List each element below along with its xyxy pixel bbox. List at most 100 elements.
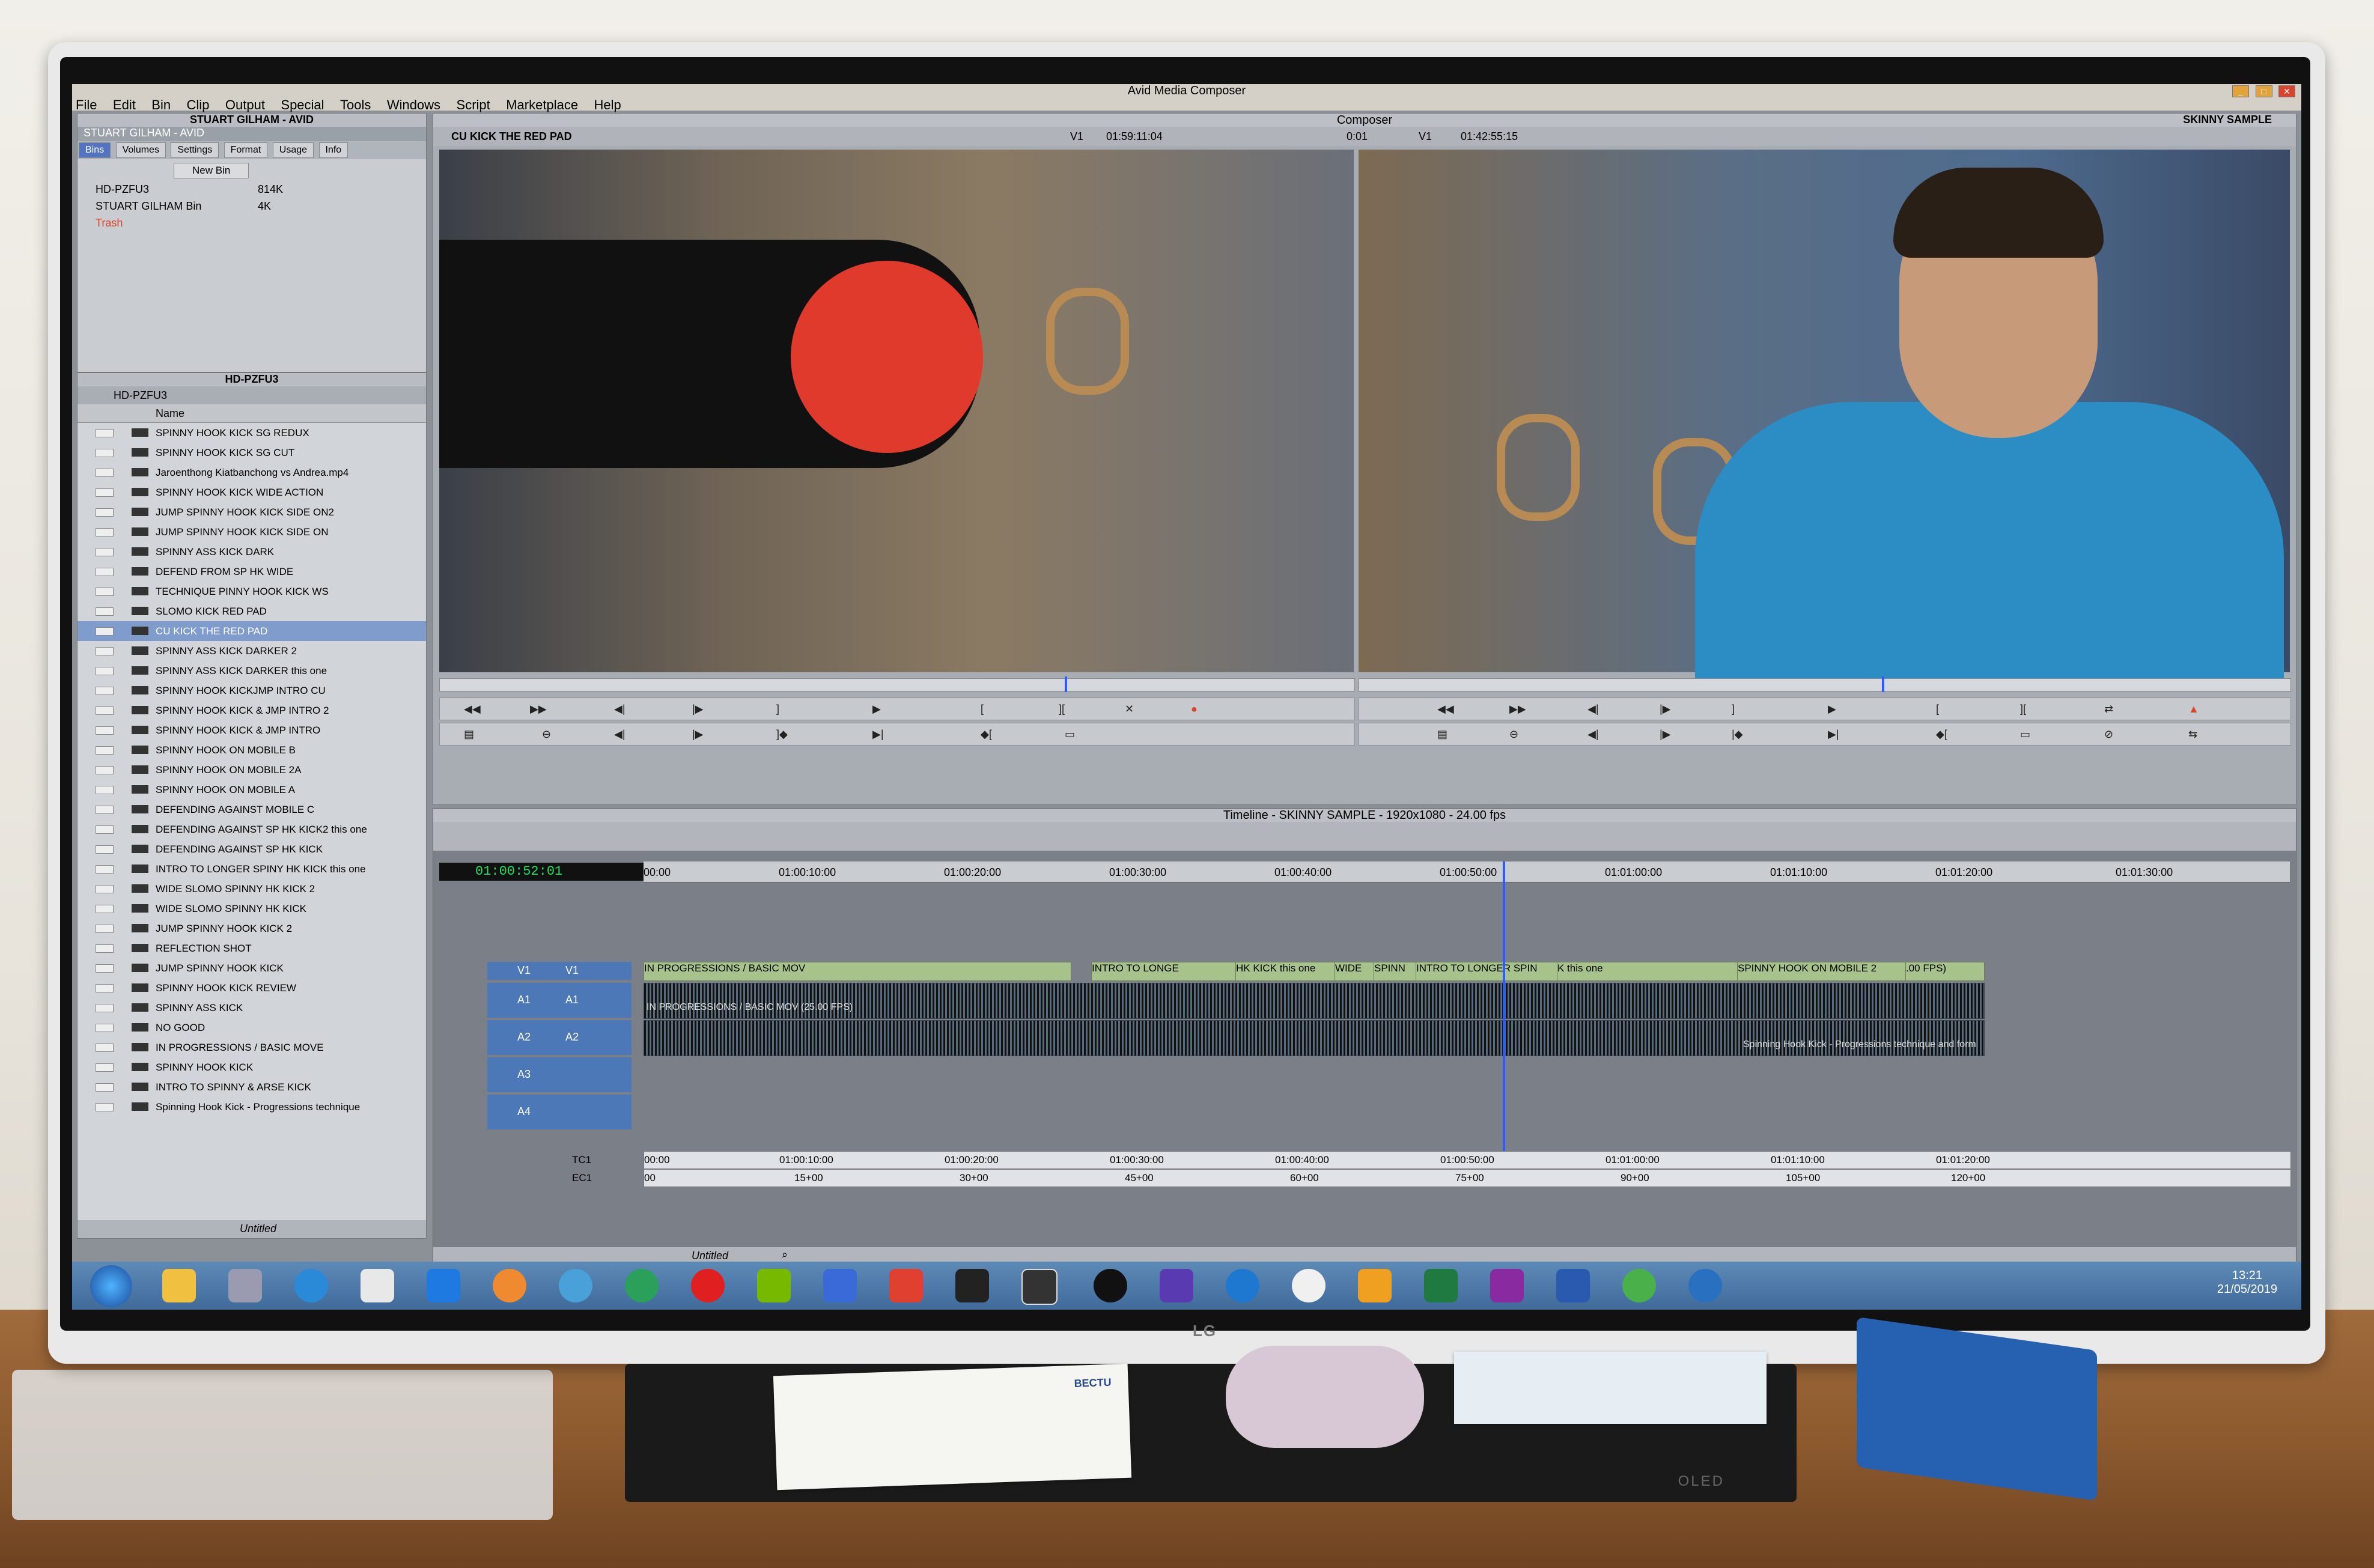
clip-row[interactable]: JUMP SPINNY HOOK KICK	[78, 958, 426, 978]
record-monitor[interactable]	[1359, 150, 2290, 684]
clip-row[interactable]: SPINNY ASS KICK DARKER this one	[78, 661, 426, 681]
clip-checkbox[interactable]	[96, 647, 114, 655]
menu-windows[interactable]: Windows	[387, 97, 440, 112]
video-segment[interactable]: K this one	[1557, 962, 1738, 981]
clip-checkbox[interactable]	[96, 825, 114, 834]
video-segment[interactable]: HK KICK this one	[1235, 962, 1336, 981]
video-segment[interactable]: SPINN	[1374, 962, 1417, 981]
rewind-icon[interactable]: ◀◀	[464, 703, 481, 716]
app-icon[interactable]	[1160, 1269, 1193, 1302]
splice-icon[interactable]: ▤	[1437, 728, 1447, 741]
clip-row[interactable]: SPINNY HOOK ON MOBILE 2A	[78, 760, 426, 780]
clip-checkbox[interactable]	[96, 1004, 114, 1012]
start-button-icon[interactable]	[90, 1265, 132, 1307]
link-icon[interactable]: ⊖	[1509, 728, 1518, 741]
clip-row[interactable]: JUMP SPINNY HOOK KICK 2	[78, 919, 426, 938]
track-header-v1[interactable]: V1 V1	[487, 962, 632, 980]
clip-checkbox[interactable]	[96, 667, 114, 675]
app-icon[interactable]	[955, 1269, 989, 1302]
video-segment[interactable]: SPINNY HOOK ON MOBILE 2	[1737, 962, 1907, 981]
step-back-icon[interactable]: ◀|	[1587, 703, 1599, 716]
go-to-out-icon[interactable]: |▶	[1660, 728, 1671, 741]
splice-icon[interactable]: ▤	[464, 728, 474, 741]
overwrite-icon[interactable]: ◆[	[981, 728, 992, 741]
clip-row[interactable]: JUMP SPINNY HOOK KICK SIDE ON2	[78, 502, 426, 522]
clip-row[interactable]: DEFENDING AGAINST MOBILE C	[78, 800, 426, 819]
clip-checkbox[interactable]	[96, 449, 114, 457]
project-tab[interactable]: STUART GILHAM - AVID	[78, 127, 426, 141]
clip-row[interactable]: INTRO TO SPINNY & ARSE KICK	[78, 1077, 426, 1097]
audio-segment-a2[interactable]	[644, 1020, 1985, 1056]
maximize-button[interactable]: □	[2255, 85, 2272, 97]
step-forward-icon[interactable]: |▶	[1660, 703, 1671, 716]
mark-out-icon[interactable]: ]	[776, 703, 779, 716]
lift-icon[interactable]: ▲	[2188, 703, 2199, 716]
bin-item[interactable]: STUART GILHAM Bin 4K	[78, 198, 426, 214]
clip-checkbox[interactable]	[96, 488, 114, 497]
timeline-timecode[interactable]: 01:00:52:01	[439, 863, 668, 881]
clip-row[interactable]: SPINNY HOOK KICK WIDE ACTION	[78, 482, 426, 502]
menu-marketplace[interactable]: Marketplace	[506, 97, 578, 112]
track-header-a3[interactable]: A3	[487, 1057, 632, 1092]
clip-row[interactable]: JUMP SPINNY HOOK KICK SIDE ON	[78, 522, 426, 542]
clip-checkbox[interactable]	[96, 964, 114, 973]
video-segment[interactable]: INTRO TO LONGER SPIN	[1416, 962, 1558, 981]
onenote-icon[interactable]	[1490, 1269, 1524, 1302]
video-segment[interactable]: INTRO TO LONGE	[1091, 962, 1237, 981]
clip-row[interactable]: TECHNIQUE PINNY HOOK KICK WS	[78, 582, 426, 601]
source-position-bar[interactable]	[439, 676, 1355, 692]
clip-row[interactable]: SPINNY ASS KICK	[78, 998, 426, 1018]
settings-icon[interactable]	[559, 1269, 592, 1302]
clip-row[interactable]: IN PROGRESSIONS / BASIC MOVE	[78, 1038, 426, 1057]
track-header-a2[interactable]: A2 A2	[487, 1020, 632, 1055]
clip-row[interactable]: DEFEND FROM SP HK WIDE	[78, 562, 426, 582]
trash-item[interactable]: Trash	[78, 214, 426, 231]
source-position-marker[interactable]	[1065, 676, 1067, 692]
clip-checkbox[interactable]	[96, 905, 114, 913]
video-segment[interactable]: WIDE	[1335, 962, 1375, 981]
clip-checkbox[interactable]	[96, 806, 114, 814]
close-button[interactable]: ✕	[2278, 85, 2295, 97]
track-header-a1[interactable]: A1 A1	[487, 983, 632, 1018]
media-player-icon[interactable]	[493, 1269, 526, 1302]
tab-usage[interactable]: Usage	[272, 142, 314, 158]
clip-checkbox[interactable]	[96, 786, 114, 794]
minimize-button[interactable]: _	[2232, 85, 2250, 97]
step-forward-icon[interactable]: |▶	[692, 703, 704, 716]
swap-icon[interactable]: ⇆	[2188, 728, 2197, 741]
go-to-in-icon[interactable]: ◀|	[1587, 728, 1599, 741]
clip-row[interactable]: SPINNY ASS KICK DARKER 2	[78, 641, 426, 661]
clip-row[interactable]: REFLECTION SHOT	[78, 938, 426, 958]
menu-tools[interactable]: Tools	[340, 97, 371, 112]
fast-forward-icon[interactable]: ▶▶	[1509, 703, 1526, 716]
source-timecode[interactable]: 01:59:11:04	[1106, 130, 1163, 143]
taskbar-clock[interactable]: 13:21 21/05/2019	[2217, 1269, 2277, 1296]
clip-row[interactable]: SPINNY HOOK KICK & JMP INTRO	[78, 720, 426, 740]
clip-row[interactable]: SLOMO KICK RED PAD	[78, 601, 426, 621]
play-icon[interactable]: ▶	[872, 703, 881, 716]
clip-checkbox[interactable]	[96, 627, 114, 636]
sequence-name[interactable]: SKINNY SAMPLE	[2183, 114, 2272, 126]
clip-checkbox[interactable]	[96, 984, 114, 992]
link-icon[interactable]: ⊖	[542, 728, 551, 741]
timeline-view-label[interactable]: Untitled	[692, 1250, 728, 1262]
search-icon[interactable]: ⌕	[782, 1248, 788, 1261]
overwrite-icon[interactable]: ◆[	[1936, 728, 1947, 741]
timeline-ruler[interactable]: 00:00 01:00:10:00 01:00:20:00 01:00:30:0…	[644, 861, 2290, 883]
go-to-end-icon[interactable]: ▶|	[872, 728, 884, 741]
clip-checkbox[interactable]	[96, 607, 114, 616]
clip-checkbox[interactable]	[96, 687, 114, 695]
video-segment[interactable]: .00 FPS)	[1905, 962, 1985, 981]
menu-help[interactable]: Help	[594, 97, 621, 112]
tab-format[interactable]: Format	[224, 142, 268, 158]
clip-checkbox[interactable]	[96, 1063, 114, 1072]
tab-volumes[interactable]: Volumes	[115, 142, 166, 158]
clip-row[interactable]: INTRO TO LONGER SPINY HK KICK this one	[78, 859, 426, 879]
rewind-icon[interactable]: ◀◀	[1437, 703, 1454, 716]
bin-view-label[interactable]: Untitled	[240, 1223, 276, 1235]
clip-checkbox[interactable]	[96, 1044, 114, 1052]
clip-row[interactable]: SPINNY HOOK ON MOBILE B	[78, 740, 426, 760]
go-to-end-icon[interactable]: ▶|	[1828, 728, 1839, 741]
record-position-marker[interactable]	[1882, 676, 1884, 692]
track-header-a4[interactable]: A4	[487, 1095, 632, 1129]
